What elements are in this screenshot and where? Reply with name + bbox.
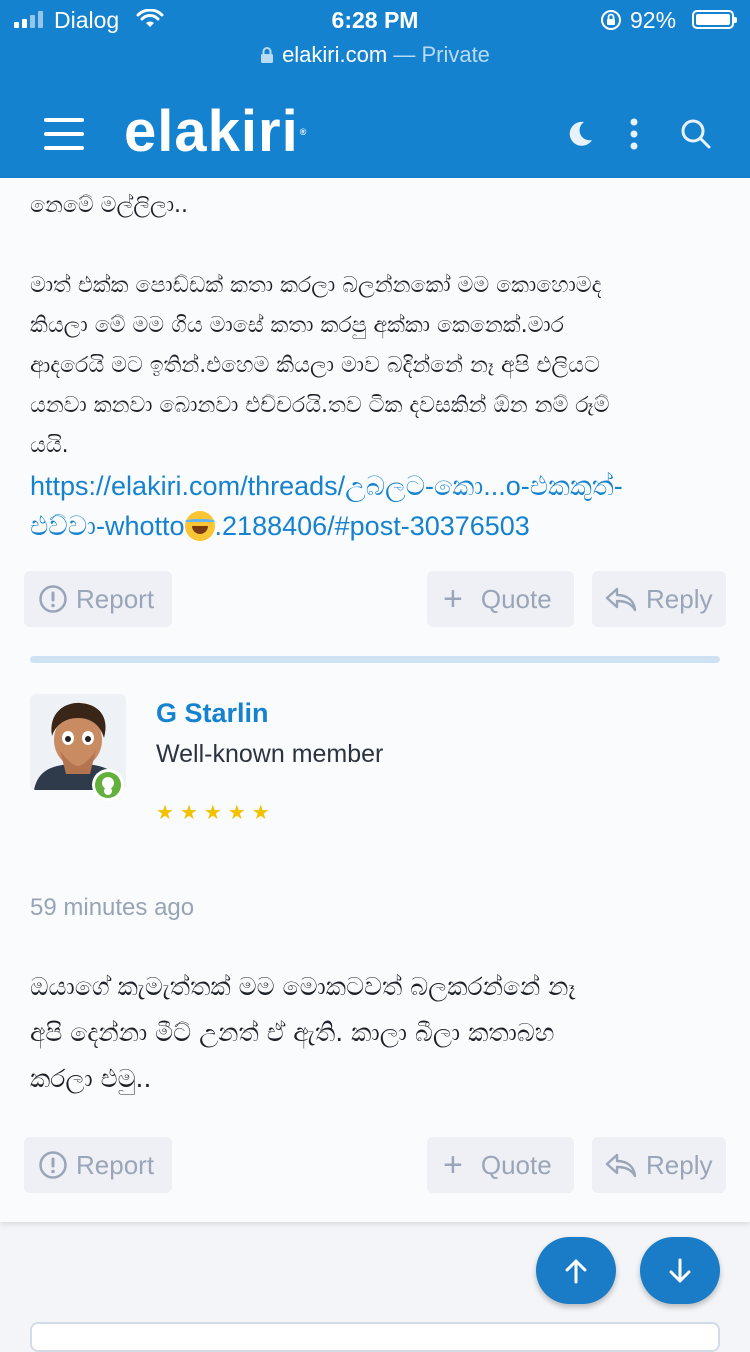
online-status-icon (92, 769, 124, 801)
reply-arrow-icon (605, 587, 637, 612)
more-vertical-icon[interactable] (616, 116, 652, 152)
text-line: ඔයාගේ කැමැත්තක් මම මොකටවත් බලකරන්නේ නෑ (30, 972, 576, 1001)
quote-label: Quote (480, 583, 552, 614)
reply-button[interactable]: Reply (592, 571, 726, 627)
reply-editor[interactable] (30, 1322, 720, 1352)
star-icon: ★ (156, 800, 174, 824)
address-bar[interactable]: elakiri.com — Private (0, 42, 750, 68)
post-time[interactable]: 59 minutes ago (30, 894, 194, 922)
link-line: එව්වා-whotto .2188406/#post-30376503 (30, 506, 720, 546)
moon-icon[interactable] (562, 116, 598, 152)
thread-posts: නෙමේ මල්ලිලා.. මාත් එක්ක පොඩ්ඩක් කතා කරල… (0, 178, 750, 1222)
star-icon: ★ (227, 800, 246, 824)
text-line: යයි. (30, 433, 69, 458)
text-line: ආදරෙයි මට ඉතින්.එහෙම කියලා මාව බදින්නේ න… (30, 353, 600, 378)
user-rating: ★ ★ ★ ★ ★ (156, 802, 270, 822)
menu-icon[interactable] (44, 116, 84, 152)
quote-label: Quote (480, 1149, 552, 1180)
top-bar: Dialog 6:28 PM 92% elakiri.com — Private… (0, 0, 750, 178)
plus-icon: + (443, 1146, 463, 1184)
report-button[interactable]: Report (24, 1137, 172, 1193)
alert-icon (39, 585, 67, 613)
quote-button[interactable]: + Quote (427, 1137, 574, 1193)
logo-text: elakiri (124, 99, 299, 164)
text-line: නෙමේ මල්ලිලා.. (30, 193, 189, 218)
post-body: ඔයාගේ කැමැත්තක් මම මොකටවත් බලකරන්නේ නෑ අ… (30, 964, 730, 1102)
post-actions: Report + Quote Reply (24, 1137, 726, 1193)
search-icon[interactable] (678, 116, 714, 152)
star-icon: ★ (179, 800, 198, 824)
padlock-icon (261, 47, 274, 63)
site-logo[interactable]: elakiri® (124, 102, 307, 162)
scroll-bottom-button[interactable] (640, 1237, 720, 1304)
star-icon: ★ (203, 800, 222, 824)
registered-mark: ® (299, 127, 308, 137)
reply-arrow-icon (605, 1153, 637, 1178)
star-icon: ★ (251, 800, 270, 824)
post-author[interactable]: G Starlin (156, 698, 269, 729)
reply-button[interactable]: Reply (592, 1137, 726, 1193)
scroll-top-button[interactable] (536, 1237, 616, 1304)
text-line: මාත් එක්ක පොඩ්ඩක් කතා කරලා බලන්නකෝ මම කො… (30, 273, 602, 298)
arrow-down-icon (669, 1258, 691, 1282)
status-bar: Dialog 6:28 PM 92% (0, 0, 750, 42)
quote-button[interactable]: + Quote (427, 571, 574, 627)
reply-label: Reply (646, 1149, 713, 1180)
text-line: යනවා කනවා බොනවා එච්චරයි.තව ටික දවසකින් ඕ… (30, 393, 610, 418)
alert-icon (39, 1151, 67, 1179)
battery-percent: 92% (630, 7, 677, 33)
text-line: කරලා එමු.. (30, 1064, 152, 1093)
user-title: Well-known member (156, 740, 384, 768)
laughing-emoji-icon (184, 511, 215, 541)
link-line: https://elakiri.com/threads/උබලට-කො...o-… (30, 471, 623, 501)
report-button[interactable]: Report (24, 571, 172, 627)
link-segment: එව්වා-whotto (30, 511, 185, 541)
plus-icon: + (443, 580, 463, 618)
reply-label: Reply (646, 583, 713, 614)
thread-link[interactable]: https://elakiri.com/threads/උබලට-කො...o-… (30, 466, 720, 546)
arrow-up-icon (565, 1259, 587, 1283)
report-label: Report (76, 583, 155, 614)
orientation-lock-icon (601, 10, 621, 30)
site-header: elakiri® (0, 90, 750, 178)
private-label: — Private (393, 42, 490, 67)
text-line: අපි දෙන්නා මීට් උනත් ඒ ඇති. කාලා බීලා කත… (30, 1018, 555, 1047)
link-segment: .2188406/#post-30376503 (214, 511, 530, 541)
url-host: elakiri.com (282, 42, 388, 67)
battery-icon (692, 10, 737, 29)
post-divider (30, 656, 720, 663)
report-label: Report (76, 1149, 155, 1180)
text-line: කියලා මේ මම ගිය මාසේ කතා කරපු අක්කා කෙනෙ… (30, 313, 564, 338)
post-actions: Report + Quote Reply (24, 571, 726, 627)
previous-post-body: නෙමේ මල්ලිලා.. මාත් එක්ක පොඩ්ඩක් කතා කරල… (30, 186, 720, 546)
